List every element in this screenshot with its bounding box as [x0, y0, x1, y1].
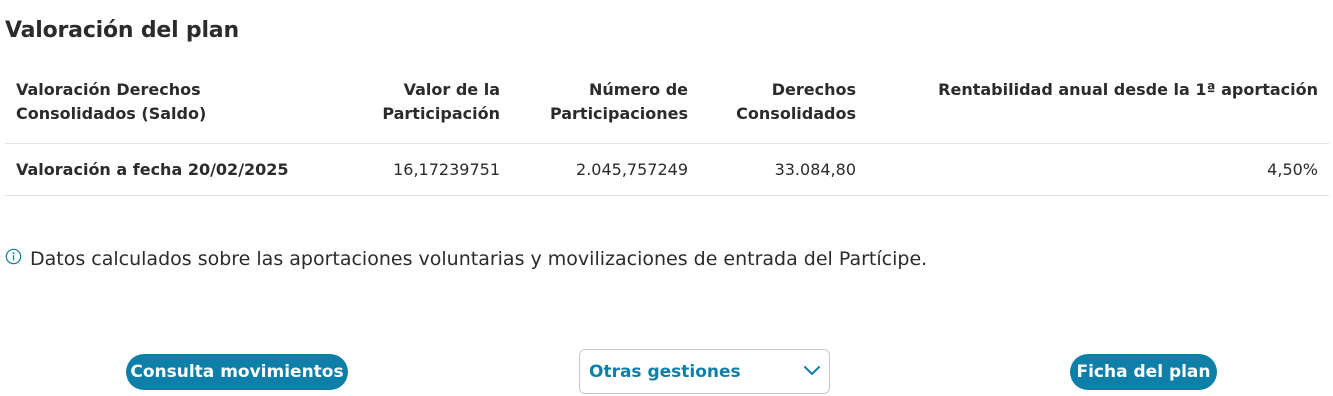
consulta-movimientos-label: Consulta movimientos — [130, 362, 344, 382]
otras-gestiones-label: Otras gestiones — [589, 361, 741, 382]
ficha-plan-label: Ficha del plan — [1076, 362, 1211, 382]
valuation-table: Valoración Derechos Consolidados (Saldo)… — [5, 68, 1329, 196]
info-text: Datos calculados sobre las aportaciones … — [30, 248, 928, 270]
header-valoracion-derechos: Valoración Derechos Consolidados (Saldo) — [16, 80, 207, 123]
consulta-movimientos-button[interactable]: Consulta movimientos — [126, 354, 348, 390]
table-row: Valoración a fecha 20/02/2025 16,1723975… — [5, 144, 1329, 196]
cell-rentabilidad: 4,50% — [1267, 160, 1318, 179]
info-icon — [5, 248, 22, 264]
cell-valor-participacion: 16,17239751 — [393, 160, 500, 179]
header-valor-participacion: Valor de la Participación — [382, 80, 500, 123]
cell-derechos-consolidados: 33.084,80 — [774, 160, 856, 179]
cell-numero-participaciones: 2.045,757249 — [576, 160, 688, 179]
chevron-down-icon — [804, 366, 820, 375]
header-numero-participaciones: Número de Participaciones — [549, 80, 688, 123]
table-header: Valoración Derechos Consolidados (Saldo)… — [5, 68, 1329, 144]
info-note: Datos calculados sobre las aportaciones … — [5, 248, 927, 270]
otras-gestiones-select[interactable]: Otras gestiones — [579, 349, 830, 394]
page-title: Valoración del plan — [5, 18, 239, 43]
row-label: Valoración a fecha 20/02/2025 — [16, 160, 289, 179]
header-derechos-consolidados: Derechos Consolidados — [736, 80, 856, 123]
header-rentabilidad-anual: Rentabilidad anual desde la 1ª aportació… — [938, 80, 1318, 99]
ficha-plan-button[interactable]: Ficha del plan — [1070, 354, 1217, 390]
